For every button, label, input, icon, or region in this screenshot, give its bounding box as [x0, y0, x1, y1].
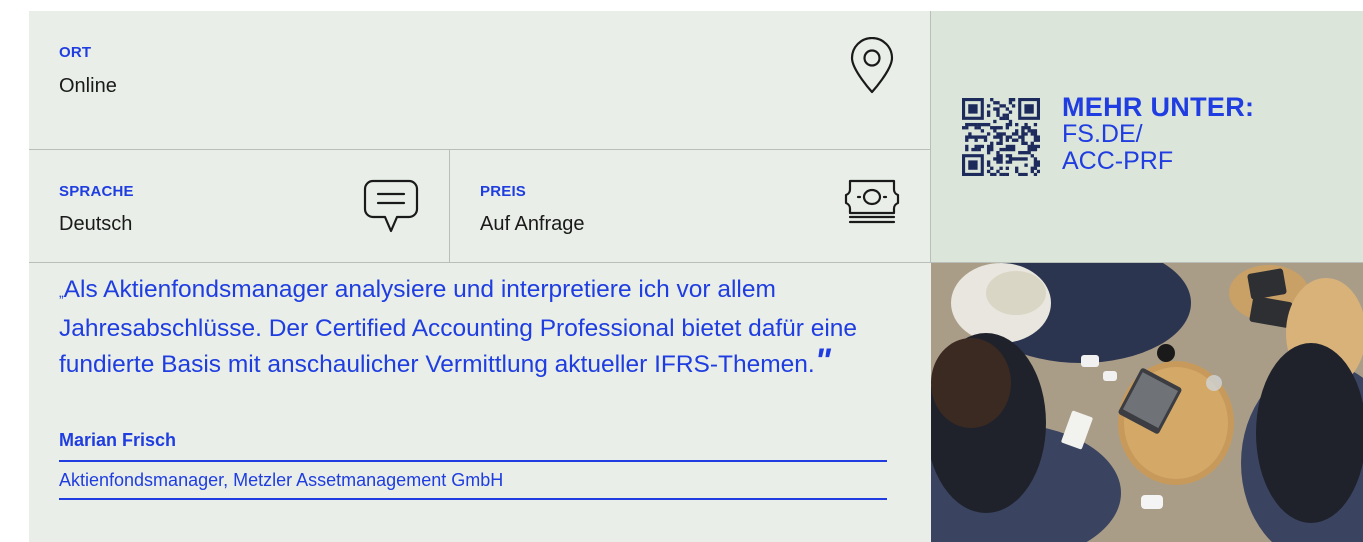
language-cell: SPRACHE Deutsch — [29, 150, 449, 262]
divider — [59, 498, 887, 500]
location-cell: ORT Online — [29, 11, 930, 149]
language-label: SPRACHE — [59, 183, 134, 200]
price-cell: PREIS Auf Anfrage — [450, 150, 930, 262]
more-info-link-path[interactable]: ACC-PRF — [1062, 148, 1254, 175]
info-card: ORT Online SPRACHE Deutsch PREIS Auf Anf… — [29, 11, 1363, 542]
qr-code-icon[interactable] — [962, 98, 1041, 181]
banknote-icon — [844, 179, 900, 227]
language-value: Deutsch — [59, 213, 133, 235]
testimonial-role: Aktienfondsmanager, Metzler Assetmanagem… — [59, 470, 504, 490]
quote-close-mark: " — [814, 342, 831, 380]
more-info-title: MEHR UNTER: — [1062, 92, 1255, 122]
testimonial-author: Marian Frisch — [59, 430, 177, 450]
testimonial-text: Als Aktienfondsmanager analysiere und in… — [59, 276, 858, 378]
map-pin-icon — [849, 37, 895, 95]
more-info-panel: MEHR UNTER: FS.DE/ ACC-PRF — [931, 11, 1363, 262]
more-info-link[interactable]: FS.DE/ — [1062, 121, 1254, 148]
price-label: PREIS — [480, 183, 527, 200]
testimonial-quote: „Als Aktienfondsmanager analysiere und i… — [59, 272, 899, 384]
divider — [59, 460, 887, 462]
location-value: Online — [59, 75, 117, 97]
speech-bubble-icon — [363, 178, 419, 234]
more-info-text: MEHR UNTER: FS.DE/ ACC-PRF — [1062, 93, 1254, 175]
meeting-photo — [931, 263, 1363, 542]
price-value: Auf Anfrage — [480, 213, 585, 235]
testimonial: „Als Aktienfondsmanager analysiere und i… — [29, 263, 930, 542]
location-label: ORT — [59, 44, 92, 61]
